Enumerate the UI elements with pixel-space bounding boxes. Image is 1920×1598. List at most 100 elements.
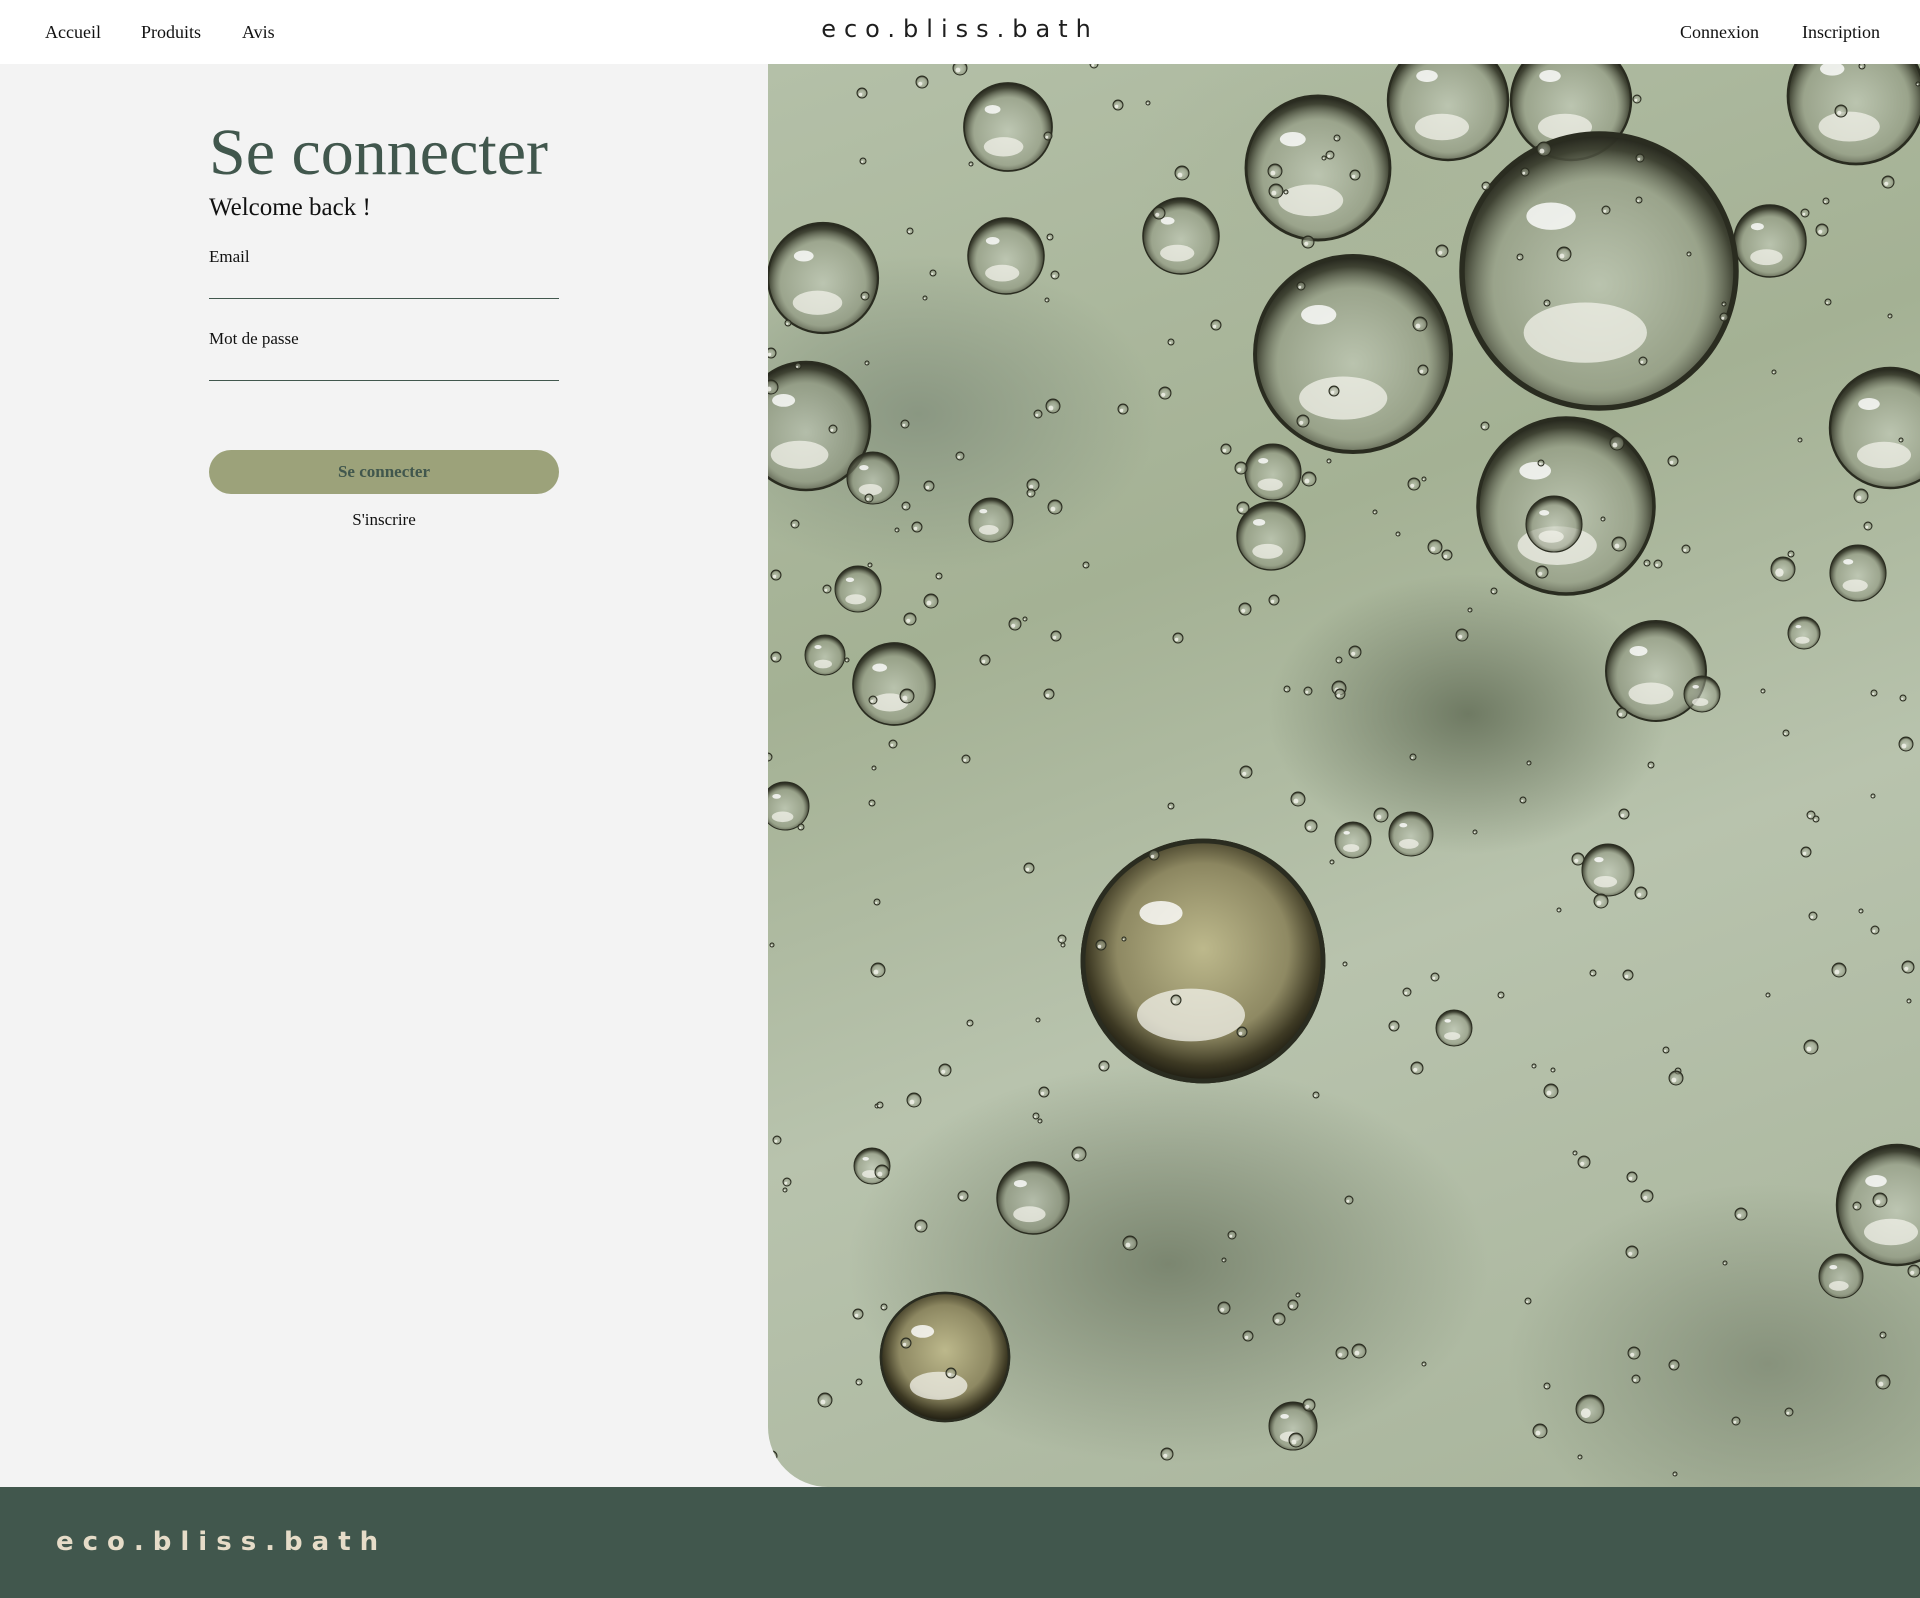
bubble-shape — [859, 157, 867, 165]
nav-link-reviews[interactable]: Avis — [242, 19, 275, 45]
bubble-shape — [1301, 471, 1317, 487]
bubble-shape — [1829, 544, 1887, 602]
bubble-shape — [1525, 495, 1583, 553]
brand-logo[interactable]: eco.bliss.bath — [821, 15, 1099, 43]
bubble-shape — [867, 562, 873, 568]
bubble-shape — [817, 1392, 833, 1408]
login-submit-button[interactable]: Se connecter — [209, 450, 559, 494]
bubble-shape — [1887, 313, 1893, 319]
bubble-shape — [1167, 338, 1175, 346]
bubble-shape — [1870, 925, 1880, 935]
bubble-shape — [1167, 802, 1175, 810]
bubble-shape — [1497, 991, 1505, 999]
bubble-shape — [1244, 443, 1302, 501]
bubble-shape — [1581, 843, 1635, 897]
bubble-shape — [1236, 1026, 1248, 1038]
bubble-shape — [1543, 1083, 1559, 1099]
bubble-shape — [1481, 181, 1491, 191]
bubble-shape — [1435, 1009, 1473, 1047]
bubble-shape — [1409, 753, 1417, 761]
bubble-shape — [1797, 437, 1803, 443]
bubble-shape — [1472, 829, 1478, 835]
bubble-shape — [1427, 539, 1443, 555]
bubble-shape — [768, 379, 779, 395]
bubble-shape — [1035, 1017, 1041, 1023]
bubble-shape — [963, 82, 1053, 172]
bubble-shape — [1301, 235, 1315, 249]
bubble-shape — [1640, 1189, 1654, 1203]
bubble-shape — [901, 501, 911, 511]
bubble-shape — [1526, 760, 1532, 766]
bubble-shape — [1435, 244, 1449, 258]
bubble-shape — [1410, 1061, 1424, 1075]
bubble-shape — [1321, 155, 1327, 161]
bubble-shape — [1402, 987, 1412, 997]
bubble-shape — [1556, 246, 1572, 262]
bubble-shape — [1632, 94, 1642, 104]
bubble-shape — [1268, 183, 1284, 199]
footer-brand-logo[interactable]: eco.bliss.bath — [56, 1525, 387, 1559]
bubble-shape — [1044, 297, 1050, 303]
bubble-shape — [1334, 688, 1346, 700]
bubble-shape — [1043, 131, 1053, 141]
bubble-shape — [1556, 907, 1562, 913]
email-field[interactable] — [209, 270, 559, 299]
nav-link-login[interactable]: Connexion — [1680, 19, 1759, 45]
bubble-shape — [1543, 1382, 1551, 1390]
bubble-shape — [894, 527, 900, 533]
bubble-shape — [1480, 421, 1490, 431]
bubble-shape — [1038, 1086, 1050, 1098]
bubble-shape — [784, 319, 792, 327]
bubble-shape — [1174, 165, 1190, 181]
bubble-shape — [1121, 936, 1127, 942]
bubble-shape — [876, 1101, 884, 1109]
bubble-shape — [770, 569, 782, 581]
bubble-shape — [1577, 1454, 1583, 1460]
bubble-shape — [929, 269, 937, 277]
bubble-shape — [968, 497, 1014, 543]
bubble-shape — [1770, 556, 1796, 582]
nav-link-home[interactable]: Accueil — [45, 19, 101, 45]
bubble-shape — [1388, 1020, 1400, 1032]
bubble-shape — [1421, 476, 1427, 482]
bubble-shape — [1026, 488, 1036, 498]
bubble-shape — [1045, 398, 1061, 414]
bubble-shape — [1022, 616, 1028, 622]
bubble-shape — [1537, 459, 1545, 467]
bubble-shape — [1372, 509, 1378, 515]
brand-logo-container: eco.bliss.bath — [0, 13, 1920, 45]
bubble-shape — [1112, 99, 1124, 111]
footer: eco.bliss.bath — [0, 1487, 1920, 1598]
bubble-shape — [844, 657, 850, 663]
nav-link-products[interactable]: Produits — [141, 19, 201, 45]
bubble-shape — [906, 1092, 922, 1108]
bubble-shape — [1117, 403, 1129, 415]
bubble-shape — [938, 1063, 952, 1077]
bubble-shape — [1577, 1155, 1591, 1169]
signup-link[interactable]: S'inscrire — [209, 508, 559, 532]
bubble-shape — [1210, 319, 1222, 331]
bubble-shape — [1455, 628, 1469, 642]
bubble-shape — [1283, 685, 1291, 693]
bubble-shape — [1731, 1416, 1741, 1426]
bubble-shape — [1033, 409, 1043, 419]
bubble-shape — [1771, 369, 1777, 375]
nav-link-register[interactable]: Inscription — [1802, 19, 1880, 45]
bubble-shape — [900, 1337, 912, 1349]
bubble-shape — [1647, 761, 1655, 769]
bubble-shape — [1800, 208, 1810, 218]
bubble-shape — [1373, 807, 1389, 823]
bubble-shape — [1421, 1361, 1427, 1367]
bubble-shape — [1221, 1257, 1227, 1263]
bubble-shape — [1722, 1260, 1728, 1266]
bubble-shape — [1287, 1299, 1299, 1311]
bubble-shape — [1815, 223, 1829, 237]
password-field[interactable] — [209, 352, 559, 381]
bubble-shape — [1043, 688, 1055, 700]
bubble-shape — [1782, 729, 1790, 737]
bubble-shape — [1822, 197, 1830, 205]
bubble-shape — [1283, 189, 1289, 195]
bubble-shape — [797, 823, 805, 831]
bubble-shape — [996, 1161, 1070, 1235]
bubble-shape — [1634, 886, 1648, 900]
